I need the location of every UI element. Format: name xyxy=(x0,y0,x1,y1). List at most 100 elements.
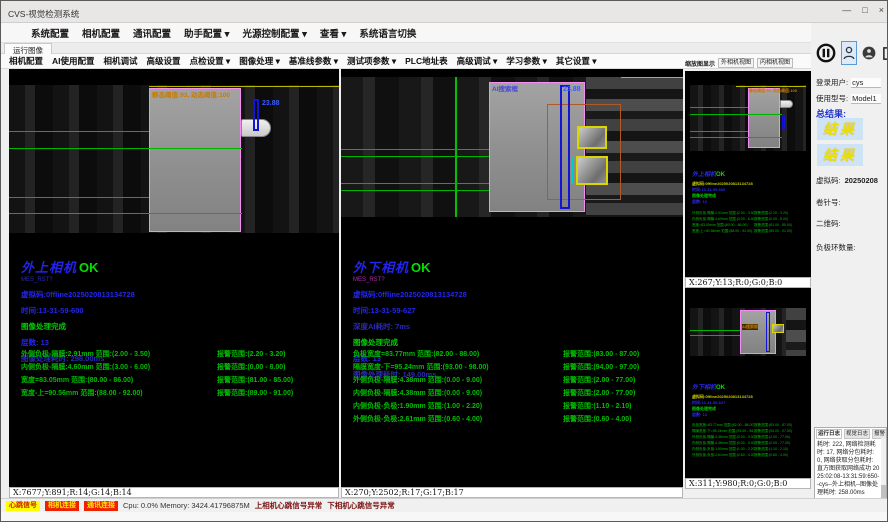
measurement-rows-upper: 外侧负极-隔膜:2.91mm 范围:(2.00 - 3.50)报警范围:(2.2… xyxy=(21,349,339,401)
status-ok-label: OK xyxy=(411,260,431,275)
tab-outer-camera-view[interactable]: 外相机视图 xyxy=(718,58,754,68)
measure-green-line xyxy=(9,148,242,149)
measurement-row: 内侧负极-负极:1.90mm 范围:(1.00 - 2.20)报警范围:(1.1… xyxy=(353,401,673,414)
camera-name-label: 外上相机 xyxy=(21,260,77,275)
window-bottom-edge xyxy=(1,512,888,522)
measure-value-label: 23.88 xyxy=(563,86,581,93)
tool-baseline-params[interactable]: 基准线参数 ▾ xyxy=(289,55,338,67)
baseline-yellow-line xyxy=(621,77,683,78)
menu-item-assistant-config[interactable]: 助手配置 ▾ xyxy=(184,26,229,40)
log-content: 耗时: 222, 网络检测耗时: 17, 网络分包耗时: 0, 网络获取分包耗时… xyxy=(815,440,886,498)
tab-run-log[interactable]: 运行日志 xyxy=(816,429,842,439)
model-value[interactable]: Model1 xyxy=(851,94,881,104)
measure-green-line xyxy=(9,197,149,198)
model-field: 使用型号: Model1 xyxy=(816,93,881,104)
login-user-value[interactable]: cys xyxy=(851,78,881,88)
menu-bar: 系统配置 相机配置 通讯配置 助手配置 ▾ 光源控制配置 ▾ 查看 ▾ 系统语言… xyxy=(1,23,811,43)
measurement-row: 外侧负极-隔膜:2.91mm 范围:(2.00 - 3.50)报警范围:(2.2… xyxy=(21,349,339,362)
log-scrollbar[interactable] xyxy=(881,438,886,501)
time-line: 时间:13-31-59-600 xyxy=(21,305,339,316)
result-badge-lower: 结果 xyxy=(817,144,863,166)
processing-done-line: 图像处理完成 xyxy=(353,337,671,348)
tool-spot-check[interactable]: 点检设置 ▾ xyxy=(190,55,231,67)
ai-elapsed-line: 深度AI耗时: 7ms xyxy=(353,321,671,332)
zoom-view-label: 缩放图显示 xyxy=(685,59,715,68)
upper-camera-warning: 上相机心跳信号异常 xyxy=(255,500,323,511)
exit-button[interactable] xyxy=(881,41,888,65)
ai-search-box-label: AI搜索框 xyxy=(492,83,518,93)
tool-learning-params[interactable]: 学习参数 ▾ xyxy=(506,55,547,67)
camera-panel-lower-outer[interactable]: AI搜索框 23.88 外下相机OK MES_RST? 虚拟码:0ffline2… xyxy=(341,69,683,487)
measure-value-label: 23.88 xyxy=(262,100,280,107)
menu-item-view[interactable]: 查看 ▾ xyxy=(320,26,346,40)
camera-panel-upper-outer[interactable]: 静态阈值:93, 动态阈值:100 23.88 外上相机OK MES_RST? … xyxy=(9,69,339,487)
tool-ai-usage-config[interactable]: AI使用配置 xyxy=(52,55,95,67)
tab-strip: 运行图像 xyxy=(1,43,811,54)
result-block-upper: 外上相机OK MES_RST? 虚拟码:0ffline2025020813134… xyxy=(21,257,339,364)
processing-done-line: 图像处理完成 xyxy=(21,321,339,332)
mini-view-header: 缩放图显示 外相机视图 内相机视图 xyxy=(685,56,811,70)
mini-image-upper: 静态阈值:93, 动态阈值:100 xyxy=(690,85,806,151)
defect-candidate-box xyxy=(576,156,608,185)
pause-button[interactable] xyxy=(815,40,837,66)
user-icon xyxy=(843,46,855,60)
virtual-code-field: 虚拟码: 20250208 xyxy=(816,175,879,186)
user-dark-icon xyxy=(862,46,876,60)
menu-item-system-config[interactable]: 系统配置 xyxy=(31,26,69,40)
detection-region-box xyxy=(547,104,621,200)
tool-other-settings[interactable]: 其它设置 ▾ xyxy=(556,55,597,67)
threshold-overlay-label: 静态阈值:93, 动态阈值:100 xyxy=(152,89,230,99)
tab-run-image[interactable]: 运行图像 xyxy=(4,43,52,54)
mini-panel-lower[interactable]: AI搜索框 外下相机OK 虚拟码:0ffline2025020813134728… xyxy=(685,288,811,478)
time-line: 时间:13-31-59-627 xyxy=(353,305,671,316)
close-icon[interactable]: × xyxy=(879,5,884,15)
measure-green-line xyxy=(9,213,242,214)
tool-camera-config[interactable]: 相机配置 xyxy=(9,55,43,67)
camera-image-upper: 静态阈值:93, 动态阈值:100 23.88 xyxy=(9,85,339,233)
heartbeat-status-badge: 心跳信号 xyxy=(6,501,40,511)
tool-camera-debug[interactable]: 相机调试 xyxy=(104,55,138,67)
maximize-icon[interactable]: □ xyxy=(862,5,867,15)
tool-advanced-settings[interactable]: 高级设置 xyxy=(147,55,181,67)
exit-door-icon xyxy=(882,46,888,61)
tab-inner-camera-view[interactable]: 内相机视图 xyxy=(757,58,793,68)
measurement-row: 内侧负极-隔膜:4.38mm 范围:(0.00 - 9.00)报警范围:(2.0… xyxy=(353,388,673,401)
measure-green-vline xyxy=(455,77,457,217)
virtual-code-label: 虚拟码: xyxy=(816,175,841,186)
pixel-readout-mini-upper: X:267;Y:13;R:0;G:0;B:0 xyxy=(685,277,811,288)
minimize-icon[interactable]: — xyxy=(842,5,851,15)
measure-green-line xyxy=(341,190,507,191)
pixel-readout-upper: X:7677;Y:891;R:14;G:14;B:14 xyxy=(9,487,339,498)
mini-panel-upper[interactable]: 静态阈值:93, 动态阈值:100 外上相机OK 虚拟码:0ffline2025… xyxy=(685,71,811,277)
ring-count-label: 负极环数量: xyxy=(816,242,856,253)
login-user-field: 登录用户: cys xyxy=(816,77,881,88)
mini-result-lower: 外下相机OK 虚拟码:0ffline2025020813134728 时间:13… xyxy=(692,376,806,458)
pixel-readout-lower: X:270;Y:2502;R:17;G:17;B:17 xyxy=(341,487,683,498)
tool-test-item-params[interactable]: 测试项参数 ▾ xyxy=(347,55,396,67)
tool-image-processing[interactable]: 图像处理 ▾ xyxy=(239,55,280,67)
login-user-label: 登录用户: xyxy=(816,77,848,88)
menu-item-light-control[interactable]: 光源控制配置 ▾ xyxy=(242,26,306,40)
measurement-row: 隔膜宽度-下=95.24mm 范围:(93.00 - 98.00)报警范围:(9… xyxy=(353,362,673,375)
status-ok-label: OK xyxy=(79,260,99,275)
virtual-code-line: 虚拟码:0ffline2025020813134728 xyxy=(353,289,671,300)
tab-vision-log[interactable]: 视觉日志 xyxy=(844,429,870,439)
tool-plc-address-table[interactable]: PLC地址表 xyxy=(405,55,448,67)
qr-code-label: 二维码: xyxy=(816,218,841,229)
menu-item-language-switch[interactable]: 系统语言切换 xyxy=(359,26,416,40)
login-user-button[interactable] xyxy=(841,41,857,65)
mini-image-lower: AI搜索框 xyxy=(690,308,806,356)
virtual-code-line: 虚拟码:0ffline2025020813134728 xyxy=(21,289,339,300)
title-bar: CVS-视觉检测系统 — □ × xyxy=(1,1,888,23)
menu-item-camera-config[interactable]: 相机配置 xyxy=(82,26,120,40)
tool-advanced-debug[interactable]: 高级调试 ▾ xyxy=(457,55,498,67)
inspection-roi-box xyxy=(149,88,241,232)
measurement-row: 外侧负极-隔膜:4.38mm 范围:(0.00 - 9.00)报警范围:(2.0… xyxy=(353,375,673,388)
lower-camera-warning: 下相机心跳信号异常 xyxy=(327,500,395,511)
measure-blue-box xyxy=(253,99,259,131)
measurement-row: 宽度=83.05mm 范围:(80.00 - 86.00)报警范围:(81.00… xyxy=(21,375,339,388)
user-manage-button[interactable] xyxy=(861,41,877,65)
menu-item-comm-config[interactable]: 通讯配置 xyxy=(133,26,171,40)
window-title: CVS-视觉检测系统 xyxy=(8,8,79,20)
log-scroll-thumb[interactable] xyxy=(881,485,886,499)
